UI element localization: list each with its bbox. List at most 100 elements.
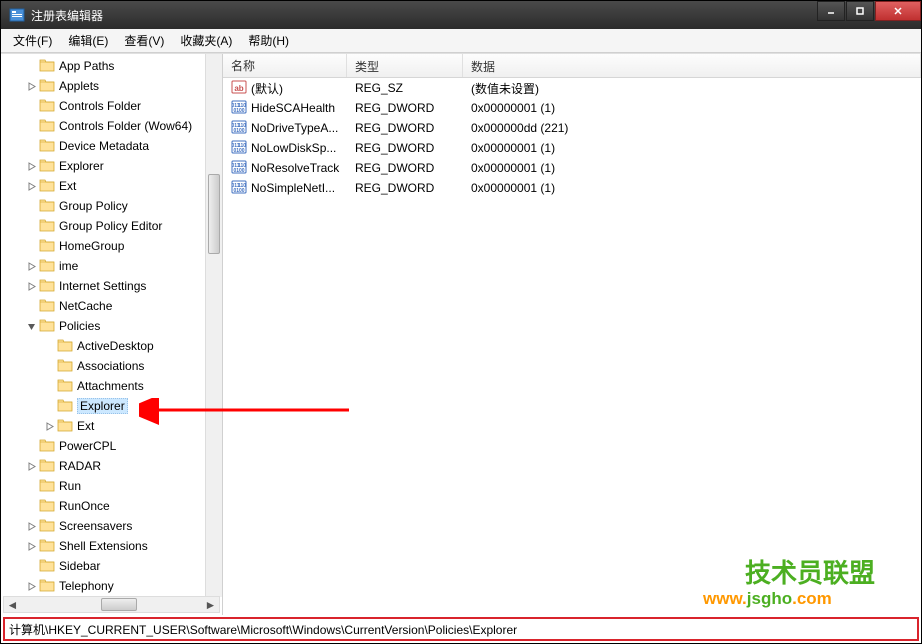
chevron-right-icon[interactable] bbox=[25, 280, 37, 292]
tree-node[interactable]: Sidebar bbox=[1, 556, 222, 576]
folder-icon bbox=[39, 98, 59, 115]
expander-empty bbox=[43, 360, 55, 372]
tree-node[interactable]: Screensavers bbox=[1, 516, 222, 536]
tree-label: NetCache bbox=[59, 299, 112, 313]
menu-edit[interactable]: 编辑(E) bbox=[60, 29, 116, 52]
value-data: 0x00000001 (1) bbox=[463, 139, 921, 157]
chevron-down-icon[interactable] bbox=[25, 320, 37, 332]
scrollbar-thumb[interactable] bbox=[101, 598, 137, 611]
tree-label: HomeGroup bbox=[59, 239, 124, 253]
minimize-button[interactable] bbox=[817, 1, 845, 21]
tree-label: Run bbox=[59, 479, 81, 493]
menu-file[interactable]: 文件(F) bbox=[5, 29, 60, 52]
tree-node[interactable]: NetCache bbox=[1, 296, 222, 316]
tree-label: Internet Settings bbox=[59, 279, 146, 293]
folder-icon bbox=[39, 218, 59, 235]
tree-node[interactable]: RunOnce bbox=[1, 496, 222, 516]
scroll-right-arrow[interactable]: ► bbox=[202, 597, 219, 612]
chevron-right-icon[interactable] bbox=[25, 540, 37, 552]
value-type: REG_DWORD bbox=[347, 119, 463, 137]
tree-label: Explorer bbox=[59, 159, 104, 173]
tree-panel: App PathsAppletsControls FolderControls … bbox=[1, 54, 223, 615]
tree-node[interactable]: Telephony bbox=[1, 576, 222, 596]
tree-node[interactable]: Controls Folder bbox=[1, 96, 222, 116]
folder-icon bbox=[57, 398, 77, 415]
chevron-right-icon[interactable] bbox=[25, 260, 37, 272]
tree-node[interactable]: Run bbox=[1, 476, 222, 496]
reg-dword-icon: 0111100100 bbox=[231, 139, 251, 158]
tree-node[interactable]: Internet Settings bbox=[1, 276, 222, 296]
folder-icon bbox=[39, 538, 59, 555]
tree-node[interactable]: PowerCPL bbox=[1, 436, 222, 456]
list-row[interactable]: ab(默认)REG_SZ(数值未设置) bbox=[223, 78, 921, 98]
folder-icon bbox=[39, 518, 59, 535]
close-button[interactable] bbox=[875, 1, 921, 21]
tree-label: RADAR bbox=[59, 459, 101, 473]
chevron-right-icon[interactable] bbox=[25, 520, 37, 532]
tree-node[interactable]: Policies bbox=[1, 316, 222, 336]
menu-view[interactable]: 查看(V) bbox=[116, 29, 172, 52]
tree-node[interactable]: Applets bbox=[1, 76, 222, 96]
list-row[interactable]: 0111100100NoSimpleNetI...REG_DWORD0x0000… bbox=[223, 178, 921, 198]
reg-dword-icon: 0111100100 bbox=[231, 119, 251, 138]
list-row[interactable]: 0111100100NoDriveTypeA...REG_DWORD0x0000… bbox=[223, 118, 921, 138]
tree-node[interactable]: Group Policy Editor bbox=[1, 216, 222, 236]
folder-icon bbox=[39, 498, 59, 515]
list-body[interactable]: ab(默认)REG_SZ(数值未设置)0111100100HideSCAHeal… bbox=[223, 78, 921, 615]
col-header-type[interactable]: 类型 bbox=[347, 54, 463, 77]
tree-node[interactable]: Ext bbox=[1, 416, 222, 436]
expander-empty bbox=[25, 440, 37, 452]
tree-horizontal-scrollbar[interactable]: ◄ ► bbox=[3, 596, 220, 613]
list-row[interactable]: 0111100100NoLowDiskSp... REG_DWORD0x00000… bbox=[223, 138, 921, 158]
tree-node[interactable]: Controls Folder (Wow64) bbox=[1, 116, 222, 136]
folder-icon bbox=[39, 278, 59, 295]
tree-vertical-scrollbar[interactable] bbox=[205, 54, 222, 597]
tree-scroll[interactable]: App PathsAppletsControls FolderControls … bbox=[1, 54, 222, 615]
scrollbar-thumb[interactable] bbox=[208, 174, 220, 254]
tree-node[interactable]: Shell Extensions bbox=[1, 536, 222, 556]
svg-text:0100: 0100 bbox=[233, 168, 244, 174]
tree-label: Sidebar bbox=[59, 559, 100, 573]
value-data: (数值未设置) bbox=[463, 78, 921, 99]
value-name: NoLowDiskSp... bbox=[251, 141, 336, 155]
col-header-name[interactable]: 名称 bbox=[223, 54, 347, 77]
tree-node[interactable]: ActiveDesktop bbox=[1, 336, 222, 356]
expander-empty bbox=[25, 300, 37, 312]
svg-text:ab: ab bbox=[234, 84, 243, 93]
tree-node[interactable]: Attachments bbox=[1, 376, 222, 396]
tree-node[interactable]: Ext bbox=[1, 176, 222, 196]
svg-text:0100: 0100 bbox=[233, 128, 244, 134]
tree-node[interactable]: Explorer bbox=[1, 396, 222, 416]
folder-icon bbox=[57, 378, 77, 395]
chevron-right-icon[interactable] bbox=[25, 80, 37, 92]
titlebar[interactable]: 注册表编辑器 bbox=[1, 1, 921, 29]
tree-node[interactable]: ime bbox=[1, 256, 222, 276]
tree-node[interactable]: RADAR bbox=[1, 456, 222, 476]
tree-node[interactable]: Device Metadata bbox=[1, 136, 222, 156]
chevron-right-icon[interactable] bbox=[25, 180, 37, 192]
chevron-right-icon[interactable] bbox=[25, 160, 37, 172]
value-type: REG_DWORD bbox=[347, 139, 463, 157]
menu-help[interactable]: 帮助(H) bbox=[240, 29, 297, 52]
folder-icon bbox=[39, 198, 59, 215]
maximize-button[interactable] bbox=[846, 1, 874, 21]
tree-node[interactable]: HomeGroup bbox=[1, 236, 222, 256]
list-row[interactable]: 0111100100NoResolveTrackREG_DWORD0x00000… bbox=[223, 158, 921, 178]
expander-empty bbox=[25, 200, 37, 212]
menu-favorites[interactable]: 收藏夹(A) bbox=[172, 29, 240, 52]
chevron-right-icon[interactable] bbox=[25, 460, 37, 472]
folder-icon bbox=[39, 138, 59, 155]
list-row[interactable]: 0111100100HideSCAHealthREG_DWORD0x000000… bbox=[223, 98, 921, 118]
tree-label: Attachments bbox=[77, 379, 144, 393]
value-data: 0x00000001 (1) bbox=[463, 99, 921, 117]
tree-node[interactable]: Associations bbox=[1, 356, 222, 376]
tree-node[interactable]: Explorer bbox=[1, 156, 222, 176]
chevron-right-icon[interactable] bbox=[43, 420, 55, 432]
scroll-left-arrow[interactable]: ◄ bbox=[4, 597, 21, 612]
col-header-data[interactable]: 数据 bbox=[463, 54, 921, 77]
chevron-right-icon[interactable] bbox=[25, 580, 37, 592]
tree-node[interactable]: App Paths bbox=[1, 56, 222, 76]
expander-empty bbox=[43, 340, 55, 352]
folder-icon bbox=[57, 358, 77, 375]
tree-node[interactable]: Group Policy bbox=[1, 196, 222, 216]
